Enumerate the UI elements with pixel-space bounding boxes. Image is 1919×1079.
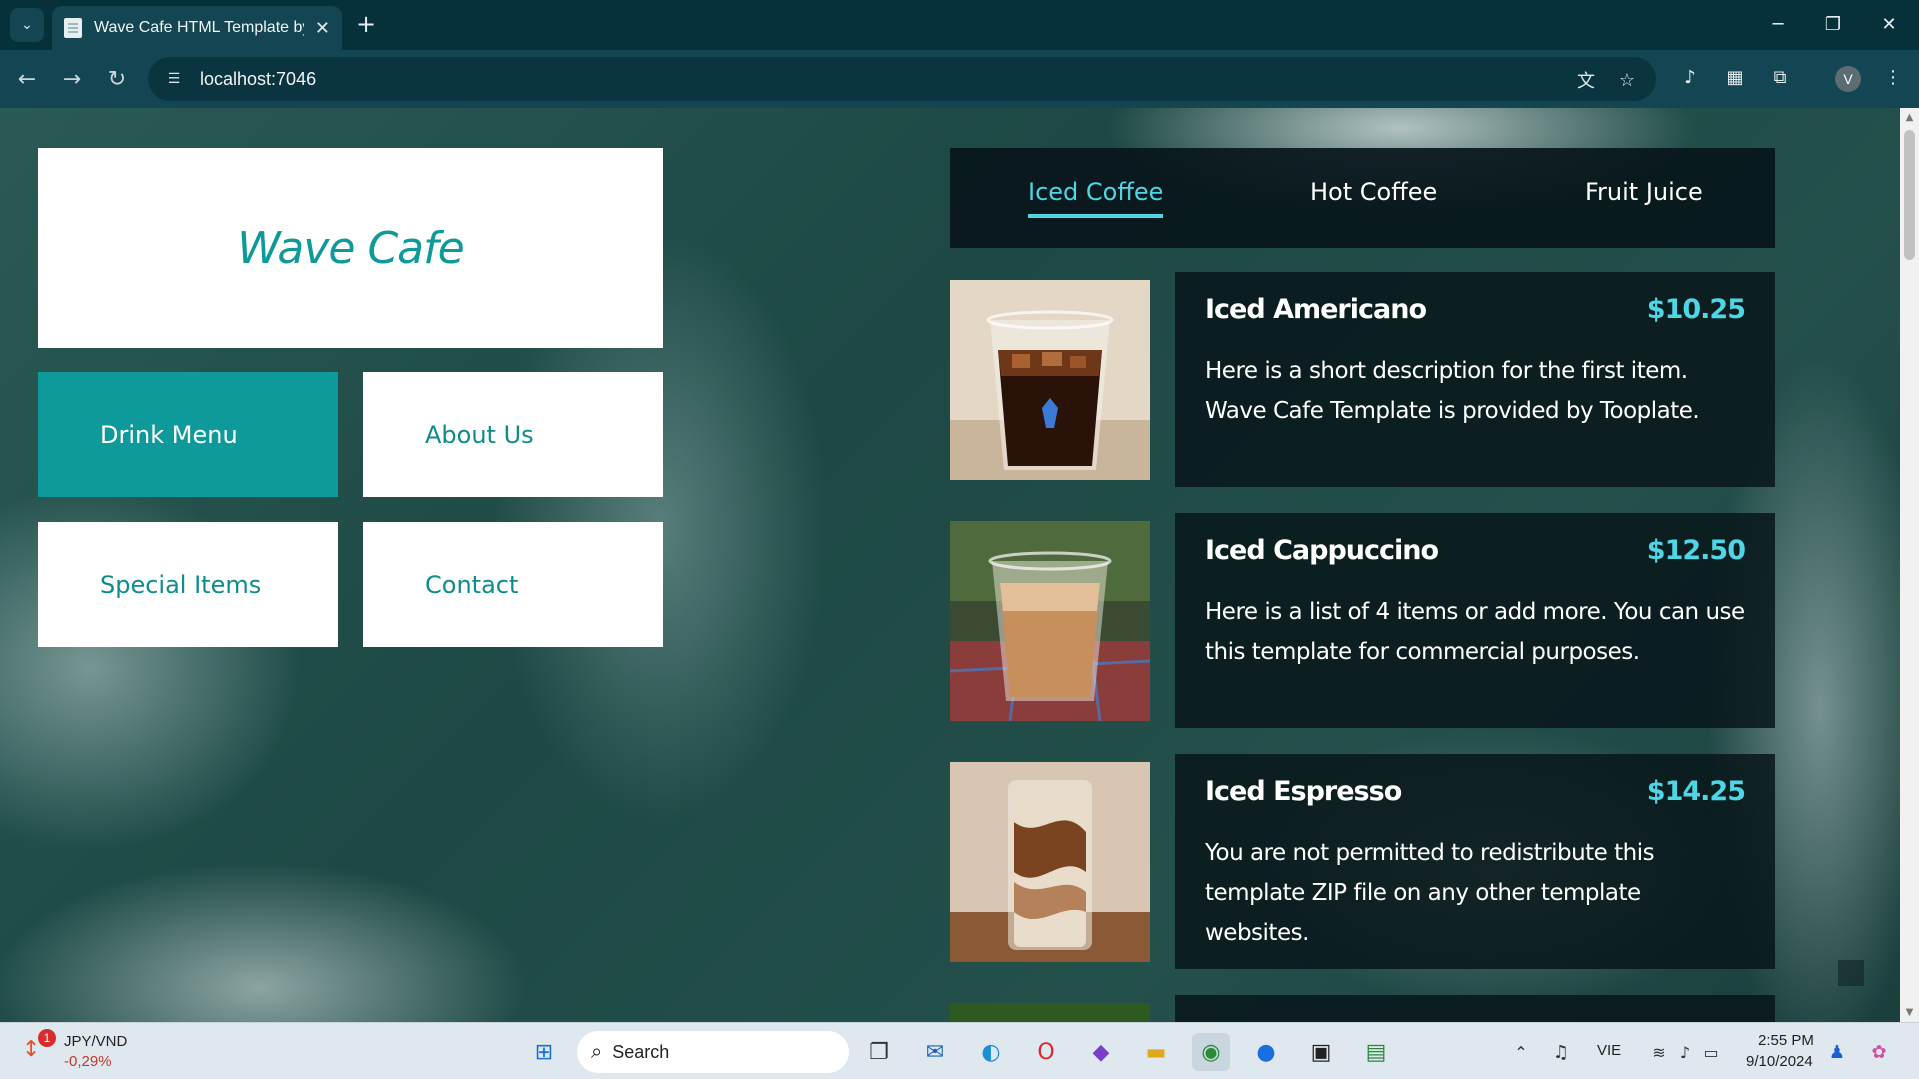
opera-browser-icon[interactable]: O (1027, 1033, 1065, 1071)
terminal-icon[interactable]: ▣ (1302, 1033, 1340, 1071)
notification-bell-icon[interactable]: ♟ (1818, 1033, 1856, 1071)
nav-drink-menu[interactable]: Drink Menu (38, 372, 338, 497)
clock-date[interactable]: 9/10/2024 (1746, 1053, 1813, 1070)
site-logo: Wave Cafe (237, 222, 464, 274)
copilot-icon[interactable]: ✿ (1860, 1033, 1898, 1071)
tab-fruit-juice[interactable]: Fruit Juice (1585, 178, 1703, 206)
bookmark-star-icon[interactable]: ☆ (1614, 67, 1640, 93)
tab-close-icon[interactable]: ✕ (315, 18, 330, 39)
qr-code-icon[interactable]: ▦ (1720, 62, 1750, 92)
iced-cappuccino-image (950, 521, 1150, 721)
start-windows-icon[interactable]: ⊞ (525, 1033, 563, 1071)
menu-item-card: Iced Cappuccino $12.50 Here is a list of… (1175, 513, 1775, 728)
page-scrollbar[interactable]: ▲ ▼ (1900, 108, 1919, 1022)
nav-about-us[interactable]: About Us (363, 372, 663, 497)
address-bar[interactable]: ☰ localhost:7046 文 ☆ (148, 57, 1656, 101)
scroll-thumb[interactable] (1904, 130, 1915, 260)
microphone-icon[interactable]: ♫ (1542, 1033, 1580, 1071)
extensions-puzzle-icon[interactable]: ⧉ (1765, 62, 1795, 92)
close-window-button[interactable]: ✕ (1869, 10, 1909, 38)
fourth-item-card (1175, 995, 1775, 1022)
item-description: You are not permitted to redistribute th… (1205, 840, 1655, 946)
browser-tab[interactable]: Wave Cafe HTML Template by T ✕ (52, 6, 342, 50)
iced-americano-image (950, 280, 1150, 480)
chrome-browser-icon[interactable]: ◉ (1192, 1033, 1230, 1071)
browser-toolbar: ← → ↻ ☰ localhost:7046 文 ☆ (0, 50, 1919, 108)
windows-taskbar: ↕ 1 JPY/VND -0,29% ⊞ ⌕ Search ❐ ✉ ◐ O ◆ … (0, 1022, 1919, 1079)
page-viewport: Wave Cafe Drink Menu About Us Special It… (0, 108, 1900, 1022)
widget-currency-change: -0,29% (64, 1053, 112, 1070)
visual-studio-icon[interactable]: ◆ (1082, 1033, 1120, 1071)
item-description: Here is a short description for the firs… (1205, 358, 1700, 424)
restore-window-button[interactable]: ❐ (1813, 10, 1853, 38)
scroll-up-arrow-icon[interactable]: ▲ (1904, 112, 1915, 123)
tab-search-button[interactable]: ⌄ (10, 8, 44, 42)
minimize-window-button[interactable]: ─ (1758, 10, 1798, 38)
item-price: $14.25 (1646, 776, 1746, 807)
iced-espresso-image (950, 762, 1150, 962)
fourth-item-image (950, 1003, 1150, 1022)
excel-chart-icon[interactable]: ▤ (1357, 1033, 1395, 1071)
nav-special-items[interactable]: Special Items (38, 522, 338, 647)
tab-title: Wave Cafe HTML Template by T (94, 19, 304, 36)
profile-avatar[interactable]: V (1835, 66, 1861, 92)
site-logo-box: Wave Cafe (38, 148, 663, 348)
show-hidden-icons-icon[interactable]: ⌃ (1502, 1033, 1540, 1071)
file-explorer-icon[interactable]: ▬ (1137, 1033, 1175, 1071)
widget-currency-pair[interactable]: JPY/VND (64, 1033, 127, 1050)
search-icon: ⌕ (591, 1040, 603, 1063)
drink-category-tabs: Iced Coffee Hot Coffee Fruit Juice (950, 148, 1775, 248)
nav-contact[interactable]: Contact (363, 522, 663, 647)
taskbar-search-box[interactable]: ⌕ Search (577, 1031, 849, 1073)
task-view-icon[interactable]: ❐ (860, 1033, 898, 1071)
reload-button[interactable]: ↻ (100, 62, 134, 96)
scroll-down-arrow-icon[interactable]: ▼ (1904, 1007, 1915, 1018)
item-description: Here is a list of 4 items or add more. Y… (1205, 599, 1745, 665)
search-placeholder: Search (612, 1041, 670, 1062)
back-to-top-button[interactable] (1838, 960, 1864, 986)
back-button[interactable]: ← (10, 62, 44, 96)
widget-badge: 1 (38, 1029, 56, 1047)
menu-item-card: Iced Americano $10.25 Here is a short de… (1175, 272, 1775, 487)
zalo-icon[interactable]: ● (1247, 1033, 1285, 1071)
extension-icon[interactable]: ♪ (1675, 62, 1705, 92)
battery-icon[interactable]: ▭ (1692, 1033, 1730, 1071)
mail-icon[interactable]: ✉ (916, 1033, 954, 1071)
menu-item-card: Iced Espresso $14.25 You are not permitt… (1175, 754, 1775, 969)
clock-time[interactable]: 2:55 PM (1758, 1032, 1814, 1049)
browser-menu-icon[interactable]: ⋮ (1878, 62, 1908, 92)
page-favicon-icon (64, 18, 82, 38)
edge-browser-icon[interactable]: ◐ (972, 1033, 1010, 1071)
item-price: $12.50 (1646, 535, 1746, 566)
input-language[interactable]: VIE (1597, 1042, 1621, 1059)
tab-iced-coffee[interactable]: Iced Coffee (1028, 178, 1164, 218)
forward-button[interactable]: → (55, 62, 89, 96)
site-info-icon[interactable]: ☰ (162, 67, 186, 91)
url-text: localhost:7046 (200, 68, 317, 89)
item-price: $10.25 (1646, 294, 1746, 325)
browser-tab-bar: ⌄ Wave Cafe HTML Template by T ✕ + ─ ❐ ✕ (0, 0, 1919, 50)
translate-icon[interactable]: 文 (1573, 67, 1599, 93)
tab-hot-coffee[interactable]: Hot Coffee (1310, 178, 1437, 206)
new-tab-button[interactable]: + (352, 10, 380, 38)
